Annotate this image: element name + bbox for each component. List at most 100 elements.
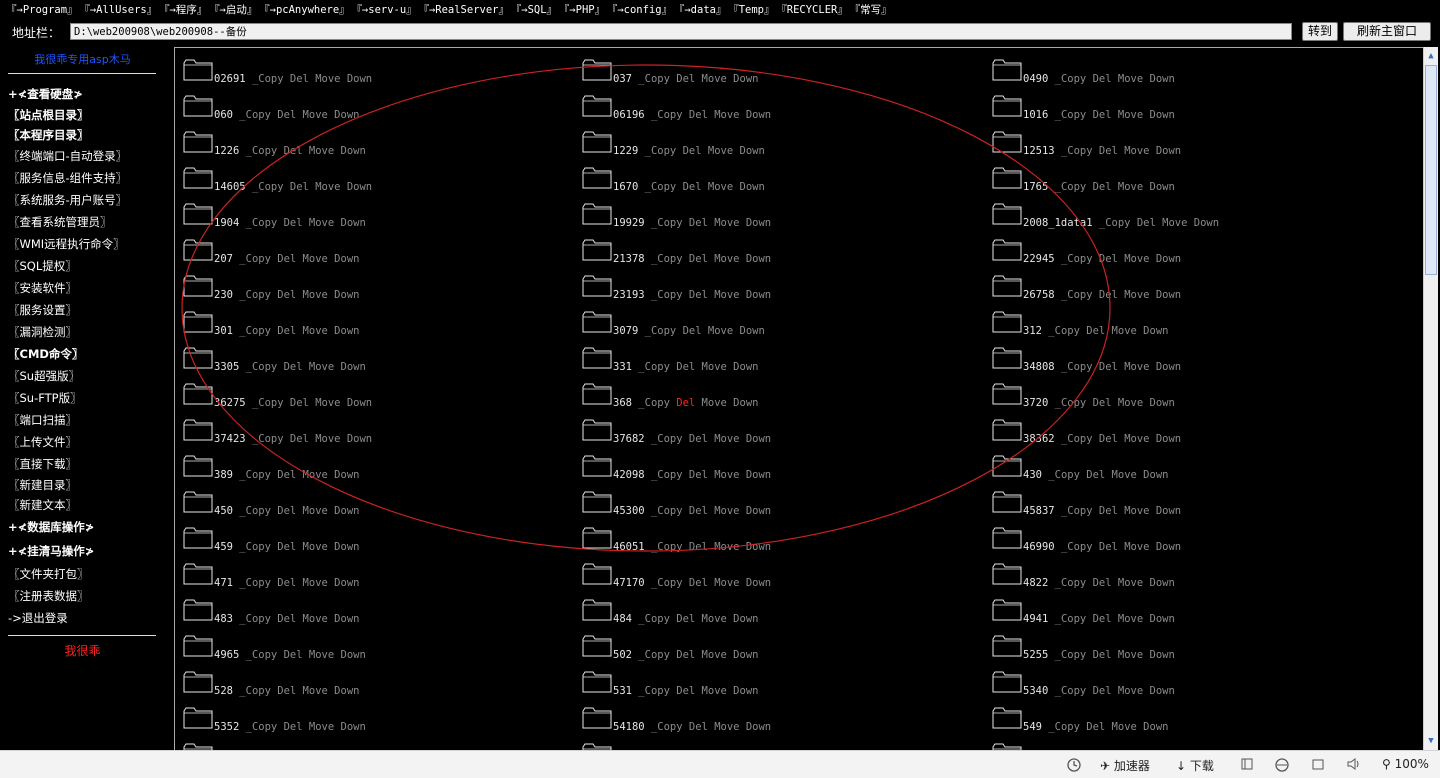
down-action-link[interactable]: Down <box>733 649 758 661</box>
folder-icon[interactable] <box>992 669 1022 693</box>
move-action-link[interactable]: Move <box>309 649 334 661</box>
folder-icon[interactable] <box>183 489 213 513</box>
folder-name[interactable]: 19929 <box>613 217 645 229</box>
sidebar-item[interactable]: 〖端口扫描〗 <box>8 412 77 428</box>
folder-icon[interactable] <box>992 273 1022 297</box>
folder-name[interactable]: 531 <box>613 685 632 697</box>
folder-name[interactable]: 484 <box>613 613 632 625</box>
down-action-link[interactable]: Down <box>341 145 366 157</box>
del-action-link[interactable]: Del <box>1086 325 1105 337</box>
copy-action-link[interactable]: Copy <box>252 361 277 373</box>
folder-icon[interactable] <box>582 237 612 261</box>
folder-name[interactable]: 368 <box>613 397 632 409</box>
folder-name[interactable]: 12513 <box>1023 145 1055 157</box>
folder-icon[interactable] <box>582 525 612 549</box>
down-action-link[interactable]: Down <box>733 613 758 625</box>
del-action-link[interactable]: Del <box>683 181 702 193</box>
down-action-link[interactable]: Down <box>746 541 771 553</box>
down-action-link[interactable]: Down <box>334 289 359 301</box>
move-action-link[interactable]: Move <box>1118 649 1143 661</box>
copy-action-link[interactable]: Copy <box>651 145 676 157</box>
folder-name[interactable]: 21378 <box>613 253 645 265</box>
down-action-link[interactable]: Down <box>1150 73 1175 85</box>
move-action-link[interactable]: Move <box>1124 145 1149 157</box>
down-action-link[interactable]: Down <box>1143 721 1168 733</box>
folder-icon[interactable] <box>183 57 213 81</box>
move-action-link[interactable]: Move <box>714 217 739 229</box>
copy-action-link[interactable]: Copy <box>657 721 682 733</box>
sidebar-item[interactable]: 〖本程序目录〗 <box>8 127 89 143</box>
scroll-down-arrow-icon[interactable]: ▼ <box>1425 734 1437 748</box>
del-action-link[interactable]: Del <box>284 649 303 661</box>
move-action-link[interactable]: Move <box>303 613 328 625</box>
sidebar-item[interactable]: 〖CMD命令〗 <box>8 346 83 362</box>
move-action-link[interactable]: Move <box>309 217 334 229</box>
move-action-link[interactable]: Move <box>714 433 739 445</box>
folder-icon[interactable] <box>992 561 1022 585</box>
copy-action-link[interactable]: Copy <box>1055 721 1080 733</box>
folder-icon[interactable] <box>582 309 612 333</box>
move-action-link[interactable]: Move <box>1124 361 1149 373</box>
del-action-link[interactable]: Del <box>689 505 708 517</box>
del-action-link[interactable]: Del <box>290 181 309 193</box>
del-action-link[interactable]: Del <box>1093 649 1112 661</box>
copy-action-link[interactable]: Copy <box>645 649 670 661</box>
del-action-link[interactable]: Del <box>689 433 708 445</box>
copy-action-link[interactable]: Copy <box>252 721 277 733</box>
del-action-link[interactable]: Del <box>676 73 695 85</box>
del-action-link[interactable]: Del <box>290 73 309 85</box>
folder-icon[interactable] <box>183 381 213 405</box>
del-action-link[interactable]: Del <box>284 361 303 373</box>
copy-action-link[interactable]: Copy <box>1067 361 1092 373</box>
down-action-link[interactable]: Down <box>334 613 359 625</box>
down-action-link[interactable]: Down <box>746 433 771 445</box>
del-action-link[interactable]: Del <box>1093 685 1112 697</box>
folder-icon[interactable] <box>582 705 612 729</box>
folder-name[interactable]: 1765 <box>1023 181 1048 193</box>
move-action-link[interactable]: Move <box>303 505 328 517</box>
del-action-link[interactable]: Del <box>683 325 702 337</box>
folder-name[interactable]: 3720 <box>1023 397 1048 409</box>
move-action-link[interactable]: Move <box>1118 685 1143 697</box>
del-action-link[interactable]: Del <box>1099 433 1118 445</box>
copy-action-link[interactable]: Copy <box>1061 181 1086 193</box>
folder-name[interactable]: 46051 <box>613 541 645 553</box>
down-action-link[interactable]: Down <box>746 577 771 589</box>
move-action-link[interactable]: Move <box>1124 253 1149 265</box>
folder-icon[interactable] <box>582 129 612 153</box>
nav-link[interactable]: 『→Program』 <box>6 4 78 16</box>
sidebar-item[interactable]: 〖安装软件〗 <box>8 280 77 296</box>
move-action-link[interactable]: Move <box>702 361 727 373</box>
down-action-link[interactable]: Down <box>334 505 359 517</box>
copy-action-link[interactable]: Copy <box>1061 685 1086 697</box>
folder-icon[interactable] <box>582 453 612 477</box>
del-action-link[interactable]: Del <box>1086 721 1105 733</box>
folder-icon[interactable] <box>183 93 213 117</box>
down-action-link[interactable]: Down <box>1150 397 1175 409</box>
go-button[interactable]: 转到 <box>1302 22 1338 41</box>
del-action-link[interactable]: Del <box>689 577 708 589</box>
sidebar-item[interactable]: 〖Su-FTP版〗 <box>8 390 82 406</box>
down-action-link[interactable]: Down <box>334 469 359 481</box>
folder-name[interactable]: 38362 <box>1023 433 1055 445</box>
sidebar-item[interactable]: 〖服务信息-组件支持〗 <box>8 170 127 186</box>
copy-action-link[interactable]: Copy <box>246 325 271 337</box>
vertical-scrollbar[interactable]: ▲ ▼ <box>1423 47 1438 750</box>
folder-icon[interactable] <box>992 381 1022 405</box>
copy-action-link[interactable]: Copy <box>246 505 271 517</box>
del-action-link[interactable]: Del <box>676 397 695 409</box>
del-action-link[interactable]: Del <box>676 361 695 373</box>
down-action-link[interactable]: Down <box>1156 505 1181 517</box>
move-action-link[interactable]: Move <box>1118 181 1143 193</box>
down-action-link[interactable]: Down <box>733 361 758 373</box>
folder-icon[interactable] <box>183 453 213 477</box>
down-action-link[interactable]: Down <box>746 217 771 229</box>
down-action-link[interactable]: Down <box>341 217 366 229</box>
folder-icon[interactable] <box>992 57 1022 81</box>
sidebar-item[interactable]: ->退出登录 <box>8 610 68 626</box>
move-action-link[interactable]: Move <box>309 361 334 373</box>
sidebar-item[interactable]: +≮查看硬盘≯ <box>8 86 83 102</box>
down-action-link[interactable]: Down <box>334 325 359 337</box>
copy-action-link[interactable]: Copy <box>1061 109 1086 121</box>
folder-icon[interactable] <box>582 201 612 225</box>
